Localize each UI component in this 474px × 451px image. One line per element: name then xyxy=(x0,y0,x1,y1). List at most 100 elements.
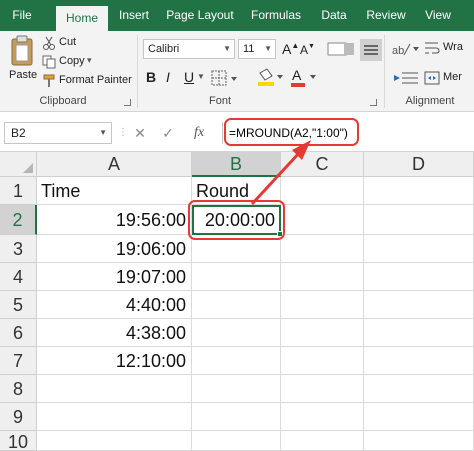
format-painter-button[interactable]: Format Painter xyxy=(42,73,134,89)
underline-dropdown-icon[interactable]: ▼ xyxy=(197,72,205,81)
cell-a4[interactable]: 19:07:00 xyxy=(37,263,192,291)
cell-d9[interactable] xyxy=(364,403,474,431)
cell-d10[interactable] xyxy=(364,431,474,451)
merge-button[interactable]: Mer xyxy=(424,70,474,88)
wrap-text-button[interactable]: Wra xyxy=(424,40,474,58)
borders-button[interactable] xyxy=(210,69,240,89)
cell-c4[interactable] xyxy=(281,263,364,291)
font-color-button[interactable]: A xyxy=(289,67,319,89)
underline-button[interactable]: U xyxy=(184,69,194,85)
cell-d4[interactable] xyxy=(364,263,474,291)
cell-b5[interactable] xyxy=(192,291,281,319)
ribbon: Paste Cut Copy ▾ Format Painter Clipboar… xyxy=(0,31,474,112)
copy-dropdown-icon[interactable]: ▾ xyxy=(87,55,92,66)
row-header-6[interactable]: 6 xyxy=(0,319,37,347)
shrink-font-button[interactable]: A▼ xyxy=(300,43,315,57)
insert-function-button[interactable]: fx xyxy=(188,122,210,144)
row-header-1[interactable]: 1 xyxy=(0,177,37,205)
tab-data[interactable]: Data xyxy=(318,0,350,31)
cell-c7[interactable] xyxy=(281,347,364,375)
column-header-d[interactable]: D xyxy=(364,152,474,177)
cell-a6[interactable]: 4:38:00 xyxy=(37,319,192,347)
row-header-4[interactable]: 4 xyxy=(0,263,37,291)
paste-label: Paste xyxy=(9,69,38,81)
clipboard-launcher-icon[interactable] xyxy=(124,99,131,106)
row-header-3[interactable]: 3 xyxy=(0,235,37,263)
cell-a1[interactable]: Time xyxy=(37,177,192,205)
cell-a2[interactable]: 19:56:00 xyxy=(37,205,192,235)
cell-c5[interactable] xyxy=(281,291,364,319)
cell-b6[interactable] xyxy=(192,319,281,347)
clear-format-button[interactable] xyxy=(322,39,358,61)
cell-d6[interactable] xyxy=(364,319,474,347)
grow-font-button[interactable]: A▲ xyxy=(282,41,299,57)
cell-c1[interactable] xyxy=(281,177,364,205)
tab-file[interactable]: File xyxy=(6,0,38,31)
chevron-down-icon: ▼ xyxy=(264,44,272,53)
cell-b9[interactable] xyxy=(192,403,281,431)
row-header-10[interactable]: 10 xyxy=(0,431,37,451)
cell-d3[interactable] xyxy=(364,235,474,263)
cell-c2[interactable] xyxy=(281,205,364,235)
chevron-down-icon: ▼ xyxy=(99,128,107,137)
row-header-8[interactable]: 8 xyxy=(0,375,37,403)
font-size-value: 11 xyxy=(243,43,255,55)
cell-c6[interactable] xyxy=(281,319,364,347)
italic-button[interactable]: I xyxy=(166,69,170,85)
cell-b7[interactable] xyxy=(192,347,281,375)
tab-insert[interactable]: Insert xyxy=(115,0,153,31)
row-header-7[interactable]: 7 xyxy=(0,347,37,375)
paste-button[interactable]: Paste xyxy=(6,35,38,87)
cut-button[interactable]: Cut xyxy=(42,35,92,51)
row-header-5[interactable]: 5 xyxy=(0,291,37,319)
row-header-2[interactable]: 2 xyxy=(0,205,37,235)
column-header-b[interactable]: B xyxy=(192,152,281,177)
cell-a5[interactable]: 4:40:00 xyxy=(37,291,192,319)
orientation-button[interactable]: ab xyxy=(390,39,420,59)
eraser-icon xyxy=(327,42,354,56)
cell-a7[interactable]: 12:10:00 xyxy=(37,347,192,375)
cell-d8[interactable] xyxy=(364,375,474,403)
name-box[interactable]: B2 ▼ xyxy=(4,122,112,144)
cell-a8[interactable] xyxy=(37,375,192,403)
column-header-a[interactable]: A xyxy=(37,152,192,177)
align-button[interactable] xyxy=(360,39,382,61)
cell-d1[interactable] xyxy=(364,177,474,205)
cell-a3[interactable]: 19:06:00 xyxy=(37,235,192,263)
cell-c3[interactable] xyxy=(281,235,364,263)
cell-b10[interactable] xyxy=(192,431,281,451)
cell-a10[interactable] xyxy=(37,431,192,451)
indent-button[interactable] xyxy=(392,69,422,89)
enter-icon[interactable]: ✓ xyxy=(158,122,178,144)
font-name-value: Calibri xyxy=(148,43,180,55)
alignment-group-label: Alignment xyxy=(405,95,455,107)
cancel-icon[interactable]: ✕ xyxy=(130,122,150,144)
tab-view[interactable]: View xyxy=(422,0,454,31)
cell-d2[interactable] xyxy=(364,205,474,235)
column-header-c[interactable]: C xyxy=(281,152,364,177)
tab-formulas[interactable]: Formulas xyxy=(248,0,304,31)
tab-review[interactable]: Review xyxy=(364,0,408,31)
merge-cells-icon xyxy=(424,71,440,85)
tab-home[interactable]: Home xyxy=(56,6,108,31)
cell-b8[interactable] xyxy=(192,375,281,403)
font-launcher-icon[interactable] xyxy=(370,99,377,106)
copy-button[interactable]: Copy ▾ xyxy=(42,54,92,70)
clipboard-icon xyxy=(11,35,33,66)
font-size-dropdown[interactable]: 11 ▼ xyxy=(238,39,276,59)
format-painter-label: Format Painter xyxy=(59,74,132,86)
indent-icon xyxy=(394,72,418,84)
tab-page-layout[interactable]: Page Layout xyxy=(166,0,234,31)
fill-color-button[interactable] xyxy=(256,67,286,89)
row-header-9[interactable]: 9 xyxy=(0,403,37,431)
bold-button[interactable]: B xyxy=(146,69,156,85)
cell-c10[interactable] xyxy=(281,431,364,451)
cell-b4[interactable] xyxy=(192,263,281,291)
cell-a9[interactable] xyxy=(37,403,192,431)
cell-d7[interactable] xyxy=(364,347,474,375)
cell-d5[interactable] xyxy=(364,291,474,319)
cell-c9[interactable] xyxy=(281,403,364,431)
font-name-dropdown[interactable]: Calibri ▼ xyxy=(143,39,235,59)
select-all-button[interactable] xyxy=(0,152,37,177)
cell-c8[interactable] xyxy=(281,375,364,403)
